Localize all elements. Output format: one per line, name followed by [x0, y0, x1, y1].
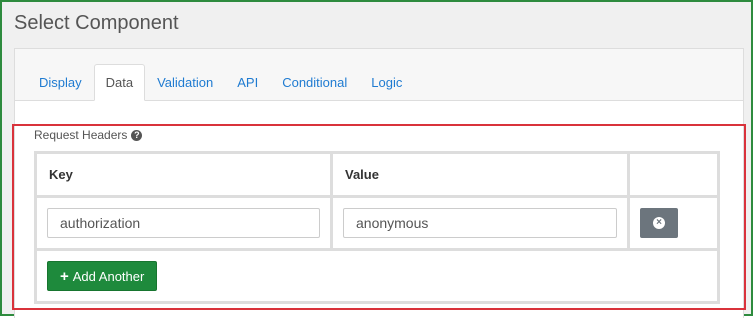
tab-validation[interactable]: Validation: [145, 64, 225, 101]
dialog-title: Select Component: [14, 12, 179, 34]
tab-data[interactable]: Data: [93, 64, 146, 101]
tab-api[interactable]: API: [225, 64, 270, 101]
tab-bar: Display Data Validation API Conditional …: [27, 64, 414, 101]
highlight-box: [12, 124, 746, 310]
tab-logic[interactable]: Logic: [359, 64, 414, 101]
tab-display[interactable]: Display: [27, 64, 94, 101]
tab-conditional[interactable]: Conditional: [270, 64, 359, 101]
